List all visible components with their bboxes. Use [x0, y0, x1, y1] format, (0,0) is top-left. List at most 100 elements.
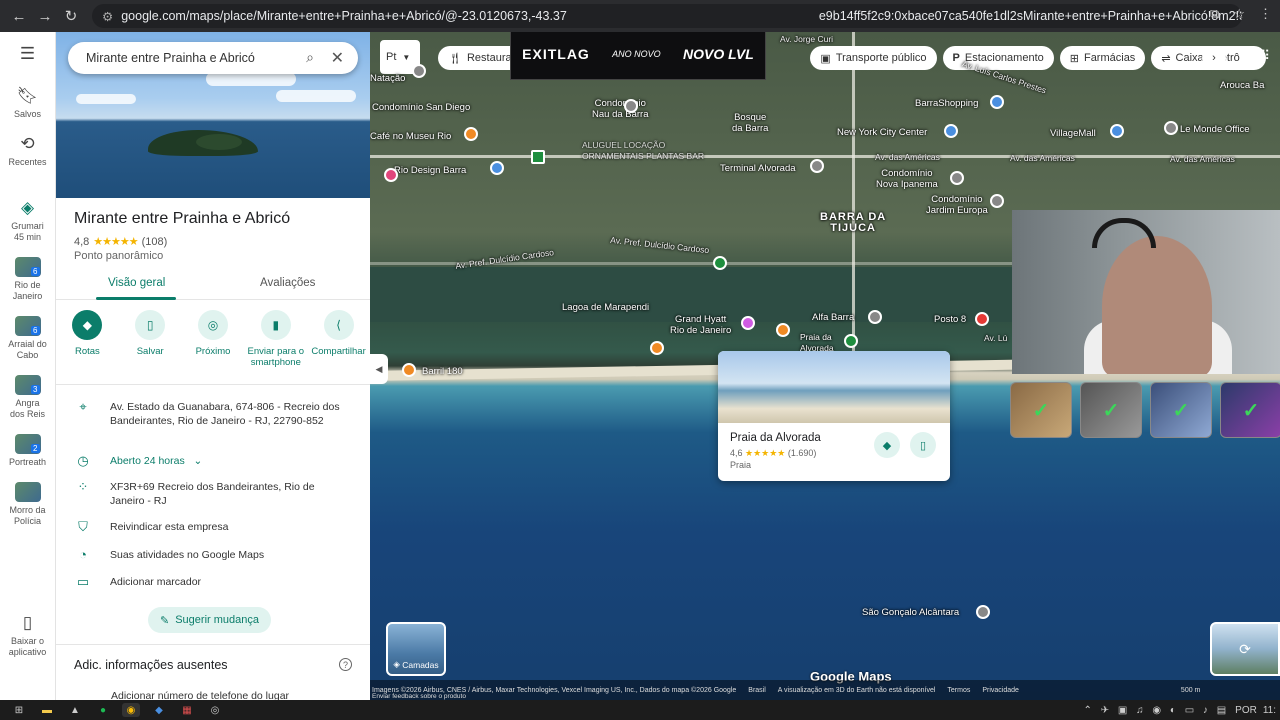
- chrome-icon[interactable]: ◉: [122, 703, 140, 717]
- tray-icons[interactable]: ⌃ ✈ ▣ ♫ ◉ ◐ ▭ ♪ ▤: [1084, 705, 1230, 716]
- selected-pin-icon[interactable]: [975, 312, 989, 326]
- restaurant-pin-icon[interactable]: [650, 341, 664, 355]
- add-phone-link[interactable]: Adicionar número de telefone do lugar: [111, 690, 289, 700]
- chip-transit[interactable]: ▣ Transporte público: [810, 46, 937, 70]
- apps-grid-icon[interactable]: ⠿: [1260, 48, 1270, 64]
- forward-icon[interactable]: →: [32, 3, 58, 29]
- rail-recent[interactable]: ⟲ Recentes: [0, 134, 56, 168]
- plus-code-row[interactable]: ⁘ XF3R+69 Recreio dos Bandeirantes, Rio d…: [56, 480, 370, 508]
- hotel-pin-icon[interactable]: [741, 316, 755, 330]
- tab-overview[interactable]: Visão geral: [108, 277, 165, 289]
- shopping-pin-icon[interactable]: [384, 168, 398, 182]
- chevron-right-icon[interactable]: ›: [1202, 46, 1226, 70]
- app-icon[interactable]: ◎: [206, 703, 224, 717]
- app-icon[interactable]: ◆: [150, 703, 168, 717]
- terms-link[interactable]: Termos: [947, 687, 970, 694]
- windows-icon[interactable]: ⊞: [10, 703, 28, 717]
- save-button[interactable]: ▯ Salvar: [121, 310, 179, 368]
- suggest-edit-button[interactable]: ✎ Sugerir mudança: [148, 607, 271, 633]
- language-indicator[interactable]: POR: [1235, 705, 1257, 716]
- chip-pharmacies[interactable]: ⊞ Farmácias: [1059, 46, 1146, 70]
- search-box[interactable]: Mirante entre Prainha e Abricó ⌕ ✕: [68, 42, 358, 74]
- place-pin-icon[interactable]: [950, 171, 964, 185]
- restaurant-pin-icon[interactable]: [464, 127, 478, 141]
- scale-label[interactable]: 500 m: [1181, 687, 1200, 694]
- share-button[interactable]: ⟨ Compartilhar: [310, 310, 368, 368]
- install-icon[interactable]: ⧉: [1210, 6, 1219, 22]
- directions-icon[interactable]: ◆: [874, 432, 900, 458]
- menu-dots-icon[interactable]: ⋮: [1259, 6, 1272, 22]
- rail-angra[interactable]: 3 Angra dos Reis: [0, 375, 56, 420]
- place-preview-card[interactable]: Praia da Alvorada 4,6 ★★★★★ (1.690) Prai…: [718, 351, 950, 481]
- map-label: Rio Design Barra: [394, 165, 467, 176]
- place-rating[interactable]: 4,8 ★★★★★ (108): [74, 235, 168, 249]
- place-pin-icon[interactable]: [976, 605, 990, 619]
- collapse-panel-button[interactable]: ◀: [370, 354, 388, 384]
- folder-icon[interactable]: ▬: [38, 703, 56, 717]
- place-pin-icon[interactable]: [624, 99, 638, 113]
- shopping-pin-icon[interactable]: [1110, 124, 1124, 138]
- hours-row[interactable]: ◷ Aberto 24 horas ⌄: [56, 454, 370, 468]
- place-pin-icon[interactable]: [1164, 121, 1178, 135]
- send-to-phone-button[interactable]: ▮ Enviar para o smartphone: [247, 310, 305, 368]
- site-info-icon[interactable]: ⚙: [102, 9, 113, 24]
- divider: [56, 384, 370, 385]
- map-type-label: Pt: [386, 51, 397, 63]
- spotify-icon[interactable]: ●: [94, 703, 112, 717]
- address-row[interactable]: ⌖ Av. Estado da Guanabara, 674-806 - Recr…: [56, 400, 370, 428]
- rail-portreath[interactable]: 2 Portreath: [0, 434, 56, 468]
- beach-pin-icon[interactable]: [844, 334, 858, 348]
- rail-saved[interactable]: 🔖︎ Salvos: [0, 86, 56, 120]
- clock-text[interactable]: 11:: [1263, 705, 1276, 716]
- rail-rio[interactable]: 6 Rio de Janeiro: [0, 257, 56, 302]
- tab-reviews[interactable]: Avaliações: [260, 277, 315, 289]
- place-category[interactable]: Ponto panorâmico: [74, 250, 163, 262]
- place-pin-icon[interactable]: [990, 194, 1004, 208]
- place-pin-icon[interactable]: [412, 64, 426, 78]
- activity-row[interactable]: ◔ Suas atividades no Google Maps: [56, 548, 370, 562]
- back-icon[interactable]: ←: [6, 3, 32, 29]
- feedback-link[interactable]: Enviar feedback sobre o produto: [372, 693, 466, 700]
- chevron-down-icon[interactable]: ⌄: [193, 455, 202, 467]
- restaurant-pin-icon[interactable]: [776, 323, 790, 337]
- close-icon[interactable]: ✕: [331, 48, 344, 68]
- bookmark-icon[interactable]: ▯: [910, 432, 936, 458]
- restaurant-pin-icon[interactable]: [402, 363, 416, 377]
- shopping-pin-icon[interactable]: [990, 95, 1004, 109]
- label-row[interactable]: ▭ Adicionar marcador: [56, 575, 370, 589]
- map-canvas[interactable]: Pt ▼ 🍴︎ Restaurantes ▣ Transporte público …: [370, 32, 1280, 700]
- nearby-button[interactable]: ◎ Próximo: [184, 310, 242, 368]
- street-view-button[interactable]: ⟳: [1210, 622, 1280, 676]
- privacy-link[interactable]: Privacidade: [982, 687, 1019, 694]
- map-label: BARRA DA TIJUCA: [820, 211, 887, 234]
- reload-icon[interactable]: ↻: [58, 3, 84, 29]
- layers-button[interactable]: ◈ Camadas: [386, 622, 446, 676]
- rail-morro[interactable]: Morro da Polícia: [0, 482, 56, 527]
- rail-arraial[interactable]: 6 Arraial do Cabo: [0, 316, 56, 361]
- transit-pin-icon[interactable]: [810, 159, 824, 173]
- menu-button[interactable]: ☰: [0, 44, 56, 64]
- game-icon[interactable]: ▲: [66, 703, 84, 717]
- directions-button[interactable]: ◆ Rotas: [58, 310, 116, 368]
- shopping-pin-icon[interactable]: [944, 124, 958, 138]
- claim-row[interactable]: ⛉ Reivindicar esta empresa: [56, 520, 370, 534]
- rail-grumari[interactable]: ◈ Grumari 45 min: [0, 198, 56, 243]
- map-label: Av. Jorge Curi: [780, 34, 834, 44]
- search-input[interactable]: Mirante entre Prainha e Abricó: [86, 51, 255, 65]
- search-icon[interactable]: ⌕: [306, 49, 314, 66]
- bookmark-icon: ▯: [135, 310, 166, 340]
- help-icon[interactable]: ?: [339, 658, 352, 671]
- chip-parking[interactable]: P Estacionamento: [942, 46, 1054, 70]
- rail-download-app[interactable]: ▯ Baixar o aplicativo: [0, 613, 56, 658]
- park-pin-icon[interactable]: [531, 150, 545, 164]
- card-photo[interactable]: [718, 351, 950, 423]
- region-link[interactable]: Brasil: [748, 687, 766, 694]
- bookmark-star-icon[interactable]: ☆: [1233, 6, 1245, 22]
- review-count[interactable]: (108): [142, 236, 168, 248]
- app-icon[interactable]: ▦: [178, 703, 196, 717]
- place-pin-icon[interactable]: [868, 310, 882, 324]
- address-bar[interactable]: ⚙ google.com/maps/place/Mirante+entre+Pr…: [92, 4, 1242, 28]
- park-pin-icon[interactable]: [713, 256, 727, 270]
- map-label: Café no Museu Rio: [370, 131, 452, 142]
- shopping-pin-icon[interactable]: [490, 161, 504, 175]
